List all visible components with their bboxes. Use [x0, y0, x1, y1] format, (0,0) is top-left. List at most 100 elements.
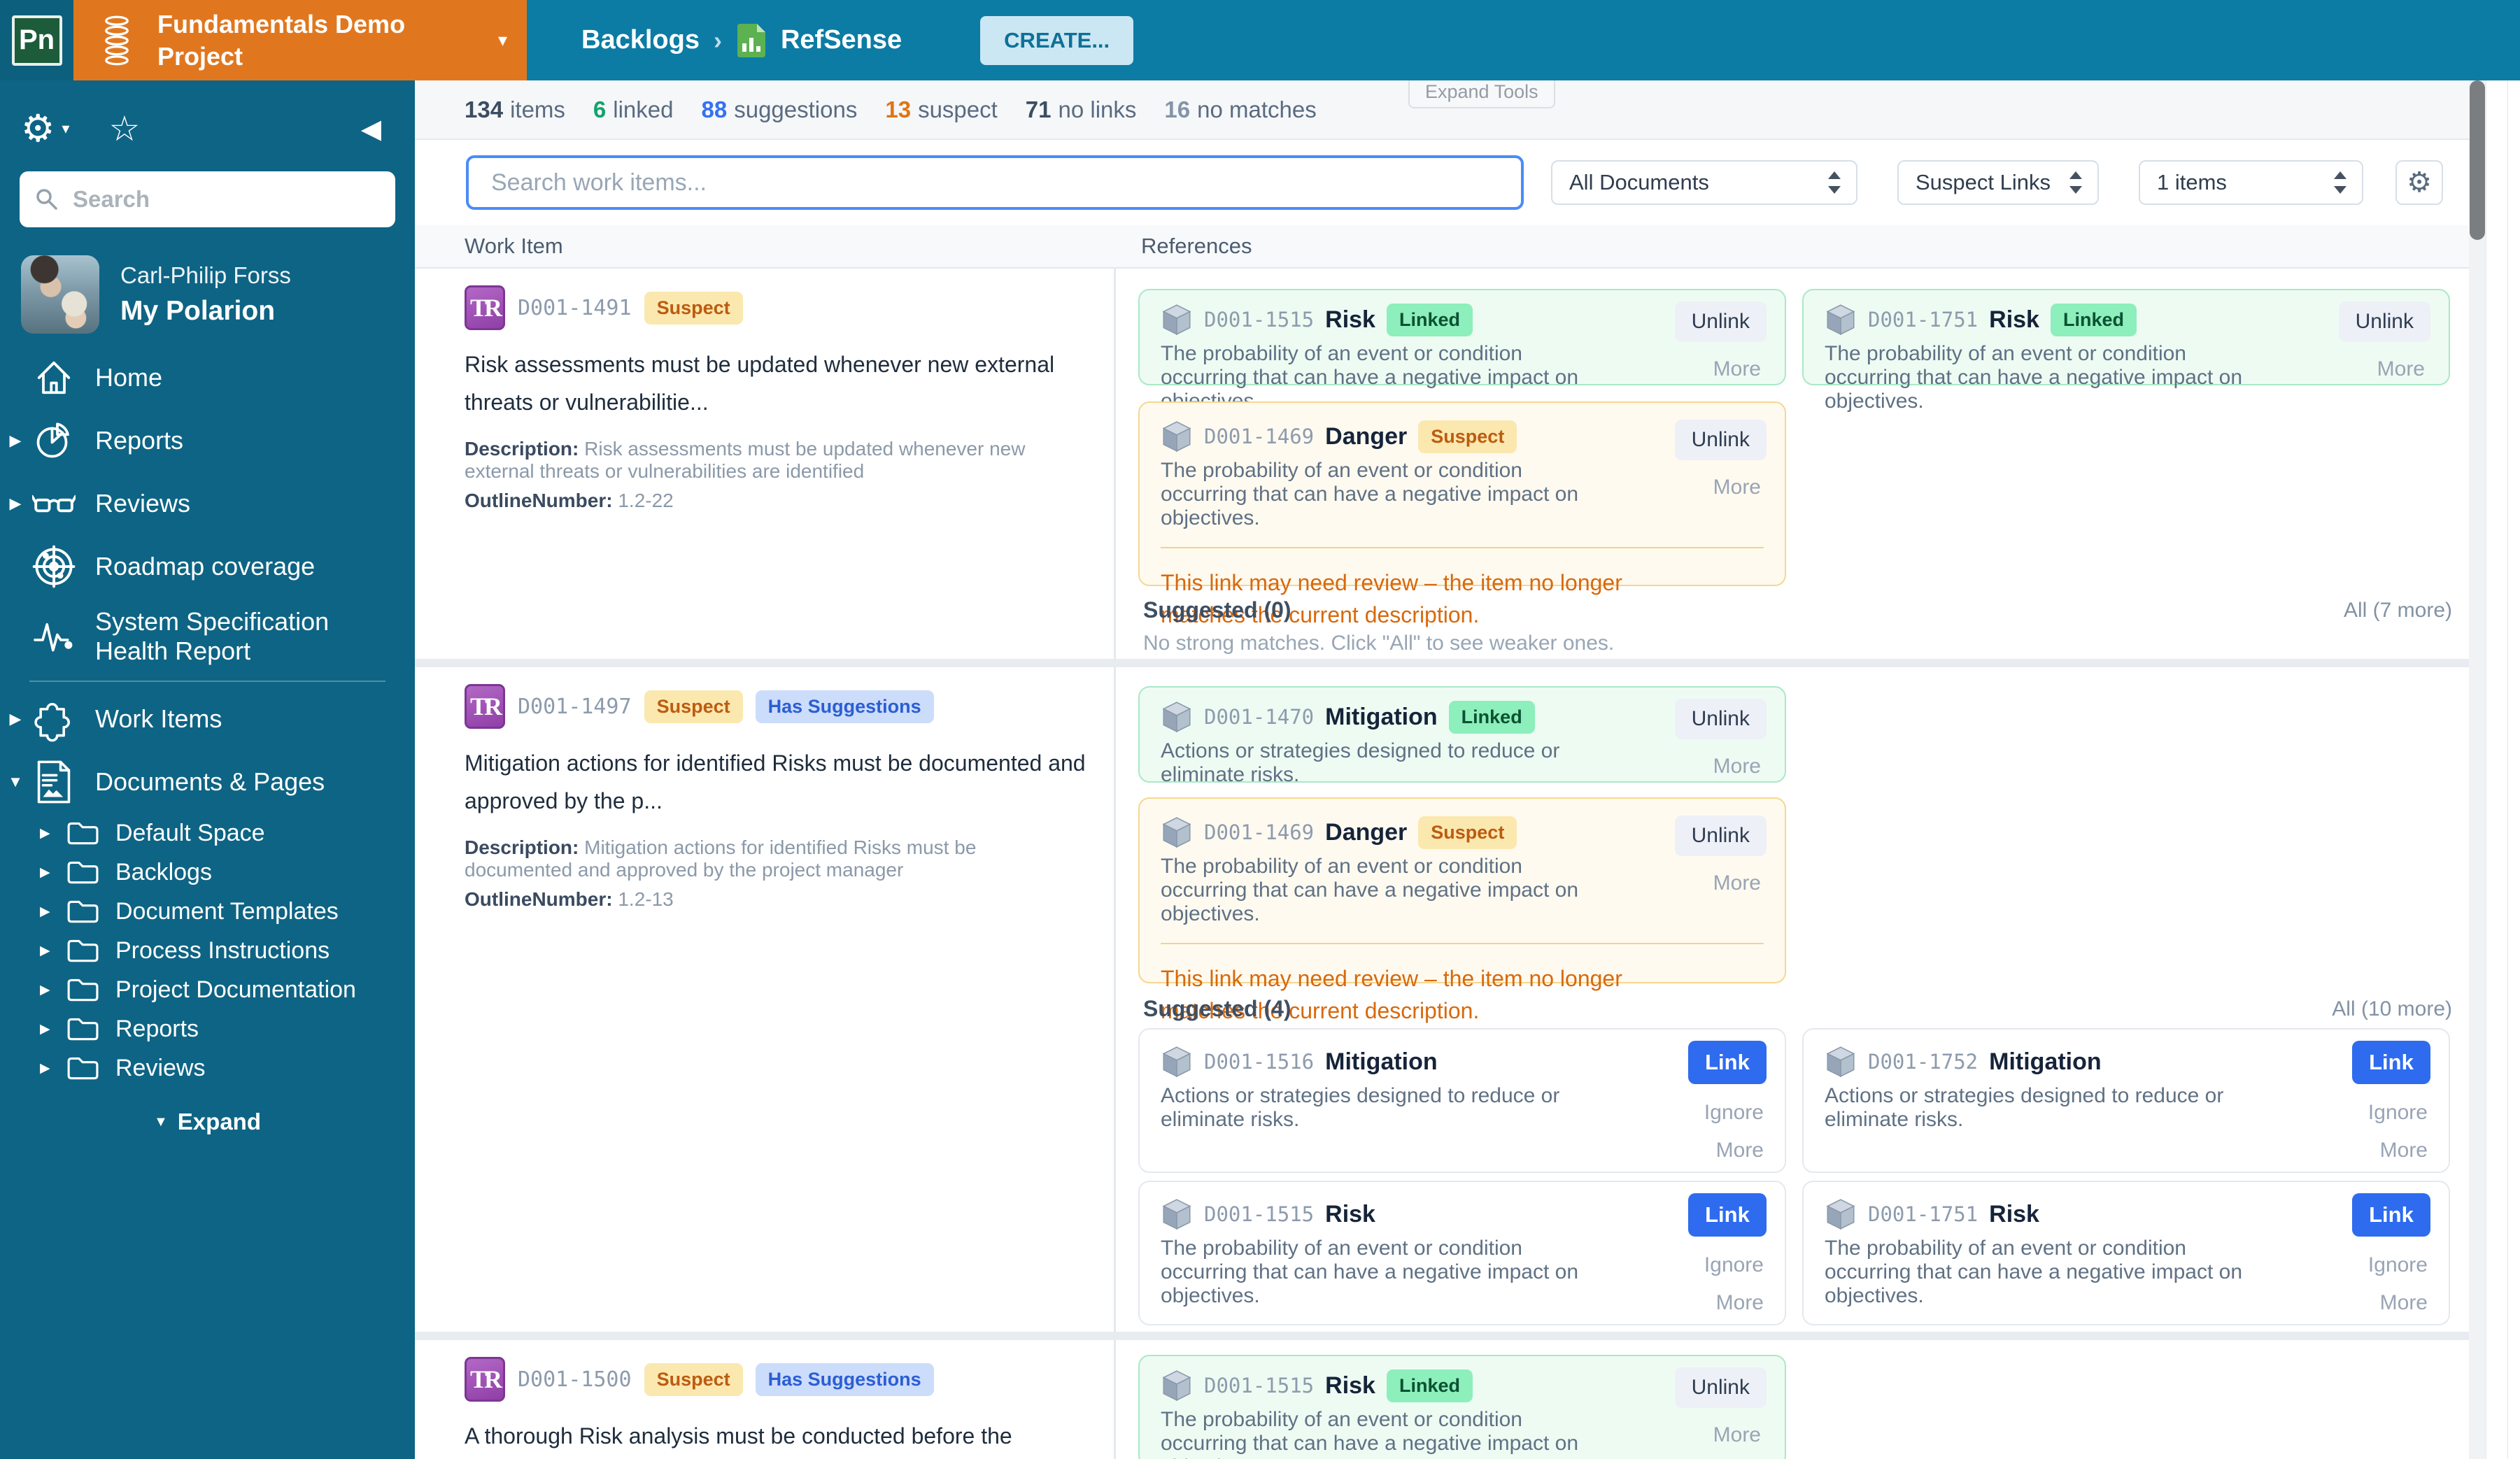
- more-link[interactable]: More: [2377, 357, 2425, 381]
- sidebar-item-roadmap-coverage[interactable]: Roadmap coverage: [0, 535, 415, 598]
- ignore-link[interactable]: Ignore: [2368, 1253, 2428, 1277]
- unlink-button[interactable]: Unlink: [1674, 301, 1767, 342]
- ignore-link[interactable]: Ignore: [1704, 1253, 1764, 1277]
- sidebar-item-system-spec-health[interactable]: System Specification Health Report: [0, 598, 415, 675]
- sidebar-folder-reports[interactable]: ▶ Reports: [0, 1009, 415, 1048]
- reference-card-linked: D001-1515 Risk Linked The probability of…: [1138, 1355, 1786, 1459]
- project-selector[interactable]: Fundamentals Demo Project ▾: [73, 0, 527, 80]
- column-references: References: [1141, 234, 1252, 258]
- sidebar-folder-project-documentation[interactable]: ▶ Project Documentation: [0, 970, 415, 1009]
- sidebar-folder-process-instructions[interactable]: ▶ Process Instructions: [0, 931, 415, 970]
- work-item-cube-icon: [1825, 302, 1857, 337]
- my-polarion-link[interactable]: My Polarion: [120, 296, 291, 327]
- stat-suspect[interactable]: 13 suspect: [885, 97, 997, 123]
- work-item-cube-icon: [1161, 1197, 1193, 1232]
- unlink-button[interactable]: Unlink: [1674, 420, 1767, 460]
- stat-no-matches[interactable]: 16 no matches: [1164, 97, 1316, 123]
- chevron-right-icon[interactable]: ▶: [40, 904, 66, 920]
- unlink-button[interactable]: Unlink: [1674, 699, 1767, 739]
- sidebar-search: [20, 171, 395, 227]
- chevron-right-icon[interactable]: ▶: [40, 1021, 66, 1037]
- chevron-right-icon[interactable]: ▶: [40, 943, 66, 959]
- project-stack-icon: [101, 15, 132, 66]
- chevron-right-icon[interactable]: ▶: [40, 864, 66, 881]
- all-more-link[interactable]: All (7 more): [2344, 599, 2452, 622]
- sidebar-item-work-items[interactable]: ▶ Work Items: [0, 688, 415, 750]
- sidebar: ⚙ ▾ ☆ ◀ Carl-Philip Forss My Polarion Ho…: [0, 80, 415, 1459]
- more-link[interactable]: More: [2380, 1291, 2428, 1315]
- link-button[interactable]: Link: [2352, 1193, 2430, 1237]
- link-button[interactable]: Link: [1688, 1193, 1767, 1237]
- stat-items[interactable]: 134 items: [465, 97, 565, 123]
- all-more-link[interactable]: All (10 more): [2332, 997, 2452, 1021]
- references-cell: D001-1470 Mitigation Linked Actions or s…: [1114, 667, 2520, 1332]
- table-row: TR D001-1500 Suspect Has Suggestions A t…: [415, 1340, 2520, 1459]
- more-link[interactable]: More: [1713, 1423, 1761, 1447]
- ignore-link[interactable]: Ignore: [1704, 1101, 1764, 1125]
- more-link[interactable]: More: [1713, 357, 1761, 381]
- work-item-title: A thorough Risk analysis must be conduct…: [465, 1423, 1012, 1449]
- more-link[interactable]: More: [1713, 476, 1761, 499]
- sidebar-folder-document-templates[interactable]: ▶ Document Templates: [0, 892, 415, 931]
- link-status-filter-select[interactable]: Suspect Links: [1897, 160, 2099, 205]
- polarion-logo[interactable]: Pn: [11, 15, 62, 66]
- unlink-button[interactable]: Unlink: [1674, 816, 1767, 856]
- reference-card-suspect: D001-1469 Danger Suspect The probability…: [1138, 401, 1786, 627]
- scrollbar-track[interactable]: [2469, 80, 2486, 1459]
- work-item-outline-number: OutlineNumber: 1.2-13: [465, 888, 674, 910]
- sidebar-folder-reviews[interactable]: ▶ Reviews: [0, 1048, 415, 1088]
- sidebar-item-reports[interactable]: ▶ Reports: [0, 409, 415, 472]
- stat-suggestions[interactable]: 88 suggestions: [702, 97, 858, 123]
- sidebar-item-home[interactable]: Home: [0, 346, 415, 409]
- more-link[interactable]: More: [1713, 871, 1761, 895]
- sidebar-item-documents-pages[interactable]: ▼ Documents & Pages: [0, 750, 415, 813]
- link-button[interactable]: Link: [2352, 1041, 2430, 1084]
- link-button[interactable]: Link: [1688, 1041, 1767, 1084]
- work-item-cube-icon: [1161, 699, 1193, 734]
- star-icon[interactable]: ☆: [108, 111, 140, 146]
- linked-badge: Linked: [1386, 1369, 1473, 1402]
- chevron-right-icon[interactable]: ▶: [0, 494, 31, 513]
- requirement-type-icon: TR: [465, 1357, 505, 1402]
- more-link[interactable]: More: [1713, 755, 1761, 778]
- work-item-cell[interactable]: TR D001-1491 Suspect Risk assessments mu…: [415, 269, 1114, 659]
- reference-card-suspect: D001-1469 Danger Suspect The probability…: [1138, 797, 1786, 1023]
- column-work-item: Work Item: [465, 234, 563, 258]
- stat-no-links[interactable]: 71 no links: [1026, 97, 1137, 123]
- avatar[interactable]: [21, 255, 99, 334]
- work-item-search-input[interactable]: [466, 155, 1524, 210]
- scrollbar-thumb[interactable]: [2470, 80, 2485, 240]
- work-item-description: Description: Risk assessments must be up…: [465, 438, 1026, 482]
- unlink-button[interactable]: Unlink: [1674, 1367, 1767, 1408]
- create-button[interactable]: CREATE...: [980, 15, 1134, 65]
- work-item-cell[interactable]: TR D001-1497 Suspect Has Suggestions Mit…: [415, 667, 1114, 1332]
- settings-gear-button[interactable]: ⚙: [2395, 160, 2443, 205]
- suggestion-card: D001-1751 Risk The probability of an eve…: [1802, 1181, 2450, 1325]
- stat-linked[interactable]: 6 linked: [593, 97, 674, 123]
- unlink-button[interactable]: Unlink: [2338, 301, 2430, 342]
- chevron-right-icon[interactable]: ▶: [40, 825, 66, 841]
- sidebar-folder-default-space[interactable]: ▶ Default Space: [0, 813, 415, 853]
- chevron-expanded-icon[interactable]: ▼: [0, 773, 31, 791]
- sidebar-search-input[interactable]: [73, 186, 380, 213]
- more-link[interactable]: More: [2380, 1139, 2428, 1162]
- sidebar-expand-button[interactable]: ▼ Expand: [0, 1109, 415, 1135]
- gear-icon[interactable]: ⚙: [21, 110, 55, 148]
- chevron-right-icon[interactable]: ▶: [0, 432, 31, 450]
- chevron-right-icon[interactable]: ▶: [40, 982, 66, 998]
- documents-filter-select[interactable]: All Documents: [1551, 160, 1857, 205]
- items-count-select[interactable]: 1 items: [2139, 160, 2363, 205]
- sidebar-item-reviews[interactable]: ▶ Reviews: [0, 472, 415, 535]
- sidebar-folder-backlogs[interactable]: ▶ Backlogs: [0, 853, 415, 892]
- ignore-link[interactable]: Ignore: [2368, 1101, 2428, 1125]
- work-item-cell[interactable]: TR D001-1500 Suspect Has Suggestions A t…: [415, 1340, 1114, 1459]
- more-link[interactable]: More: [1716, 1139, 1764, 1162]
- breadcrumb-parent[interactable]: Backlogs: [581, 25, 700, 55]
- more-link[interactable]: More: [1716, 1291, 1764, 1315]
- sidebar-nav: Home ▶ Reports ▶ Reviews Roadmap coverag…: [0, 346, 415, 1135]
- breadcrumb-current[interactable]: RefSense: [781, 25, 902, 55]
- collapse-sidebar-icon[interactable]: ◀: [361, 113, 381, 145]
- work-item-cube-icon: [1161, 1044, 1193, 1079]
- chevron-right-icon[interactable]: ▶: [0, 710, 31, 728]
- chevron-right-icon[interactable]: ▶: [40, 1060, 66, 1076]
